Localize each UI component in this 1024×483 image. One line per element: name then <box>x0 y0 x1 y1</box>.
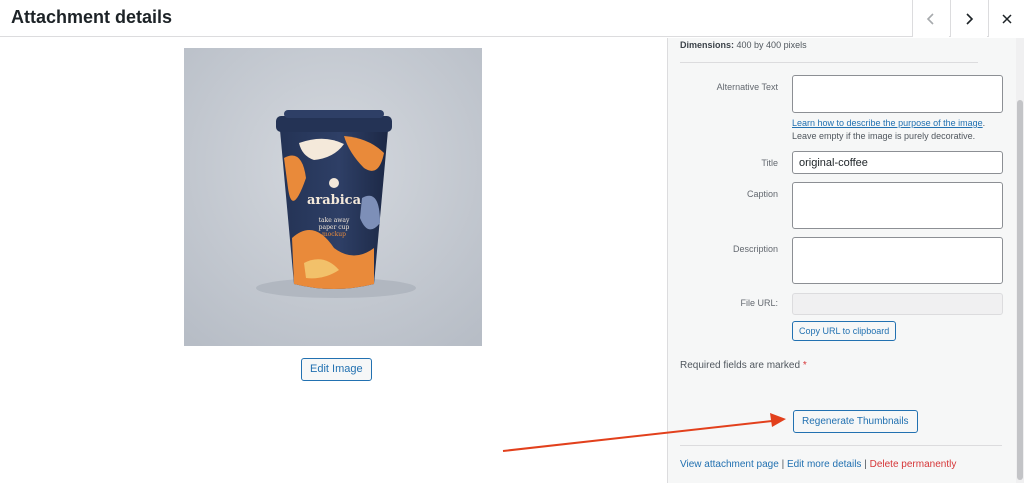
required-text: Required fields are marked <box>680 360 801 371</box>
dimensions-value: 400 by 400 pixels <box>736 40 807 50</box>
divider <box>680 62 978 63</box>
scrollbar-thumb[interactable] <box>1017 100 1023 480</box>
attachment-image: arabica take away paper cup mockup <box>184 48 482 346</box>
attachment-actions: View attachment page | Edit more details… <box>680 459 956 470</box>
modal-header: Attachment details <box>0 0 1024 37</box>
actions-separator: | <box>864 459 867 470</box>
description-label: Description <box>732 244 778 254</box>
attachment-details-sidebar: Dimensions: 400 by 400 pixels Alternativ… <box>667 38 1024 483</box>
title-field[interactable] <box>792 151 1003 174</box>
chevron-left-icon <box>925 12 937 25</box>
required-fields-note: Required fields are marked * <box>680 360 807 371</box>
dimensions-info: Dimensions: 400 by 400 pixels <box>680 40 807 50</box>
actions-separator: | <box>781 459 785 470</box>
alt-text-wrapper <box>792 75 1003 118</box>
cup-sub-text: take away <box>319 217 350 224</box>
delete-permanently-link[interactable]: Delete permanently <box>870 459 957 470</box>
close-icon <box>1001 13 1012 24</box>
alt-text-help-link[interactable]: Learn how to describe the purpose of the… <box>792 118 983 128</box>
file-url-label: File URL: <box>740 298 778 308</box>
regenerate-thumbnails-button[interactable]: Regenerate Thumbnails <box>793 410 918 433</box>
edit-image-button[interactable]: Edit Image <box>301 358 372 381</box>
help-period: . <box>982 118 986 128</box>
view-attachment-link[interactable]: View attachment page <box>680 459 779 470</box>
alt-text-help-note: Leave empty if the image is purely decor… <box>792 131 976 141</box>
next-button[interactable] <box>950 0 987 37</box>
copy-url-button[interactable]: Copy URL to clipboard <box>792 321 897 341</box>
sidebar-scrollbar[interactable] <box>1016 38 1024 483</box>
cup-sub-text-3: mockup <box>322 231 346 238</box>
cup-sub-text-2: paper cup <box>319 224 350 231</box>
required-star: * <box>802 360 807 371</box>
dimensions-label: Dimensions: <box>680 40 735 50</box>
image-preview-pane: arabica take away paper cup mockup Edit … <box>0 38 667 483</box>
modal-title: Attachment details <box>11 7 173 27</box>
caption-field[interactable] <box>792 182 1003 229</box>
file-url-field[interactable] <box>792 293 1003 315</box>
cup-brand-text: arabica <box>307 193 362 208</box>
caption-label: Caption <box>746 189 778 199</box>
chevron-right-icon <box>963 12 975 25</box>
previous-button[interactable] <box>912 0 949 37</box>
alt-text-field[interactable] <box>792 75 1003 113</box>
description-field[interactable] <box>792 237 1003 284</box>
alt-text-help: Learn how to describe the purpose of the… <box>792 117 985 143</box>
actions-divider <box>680 445 1002 446</box>
edit-details-link[interactable]: Edit more details <box>787 459 861 470</box>
alt-text-label: Alternative Text <box>716 82 778 92</box>
title-label: Title <box>761 158 778 168</box>
close-button[interactable] <box>988 0 1024 37</box>
